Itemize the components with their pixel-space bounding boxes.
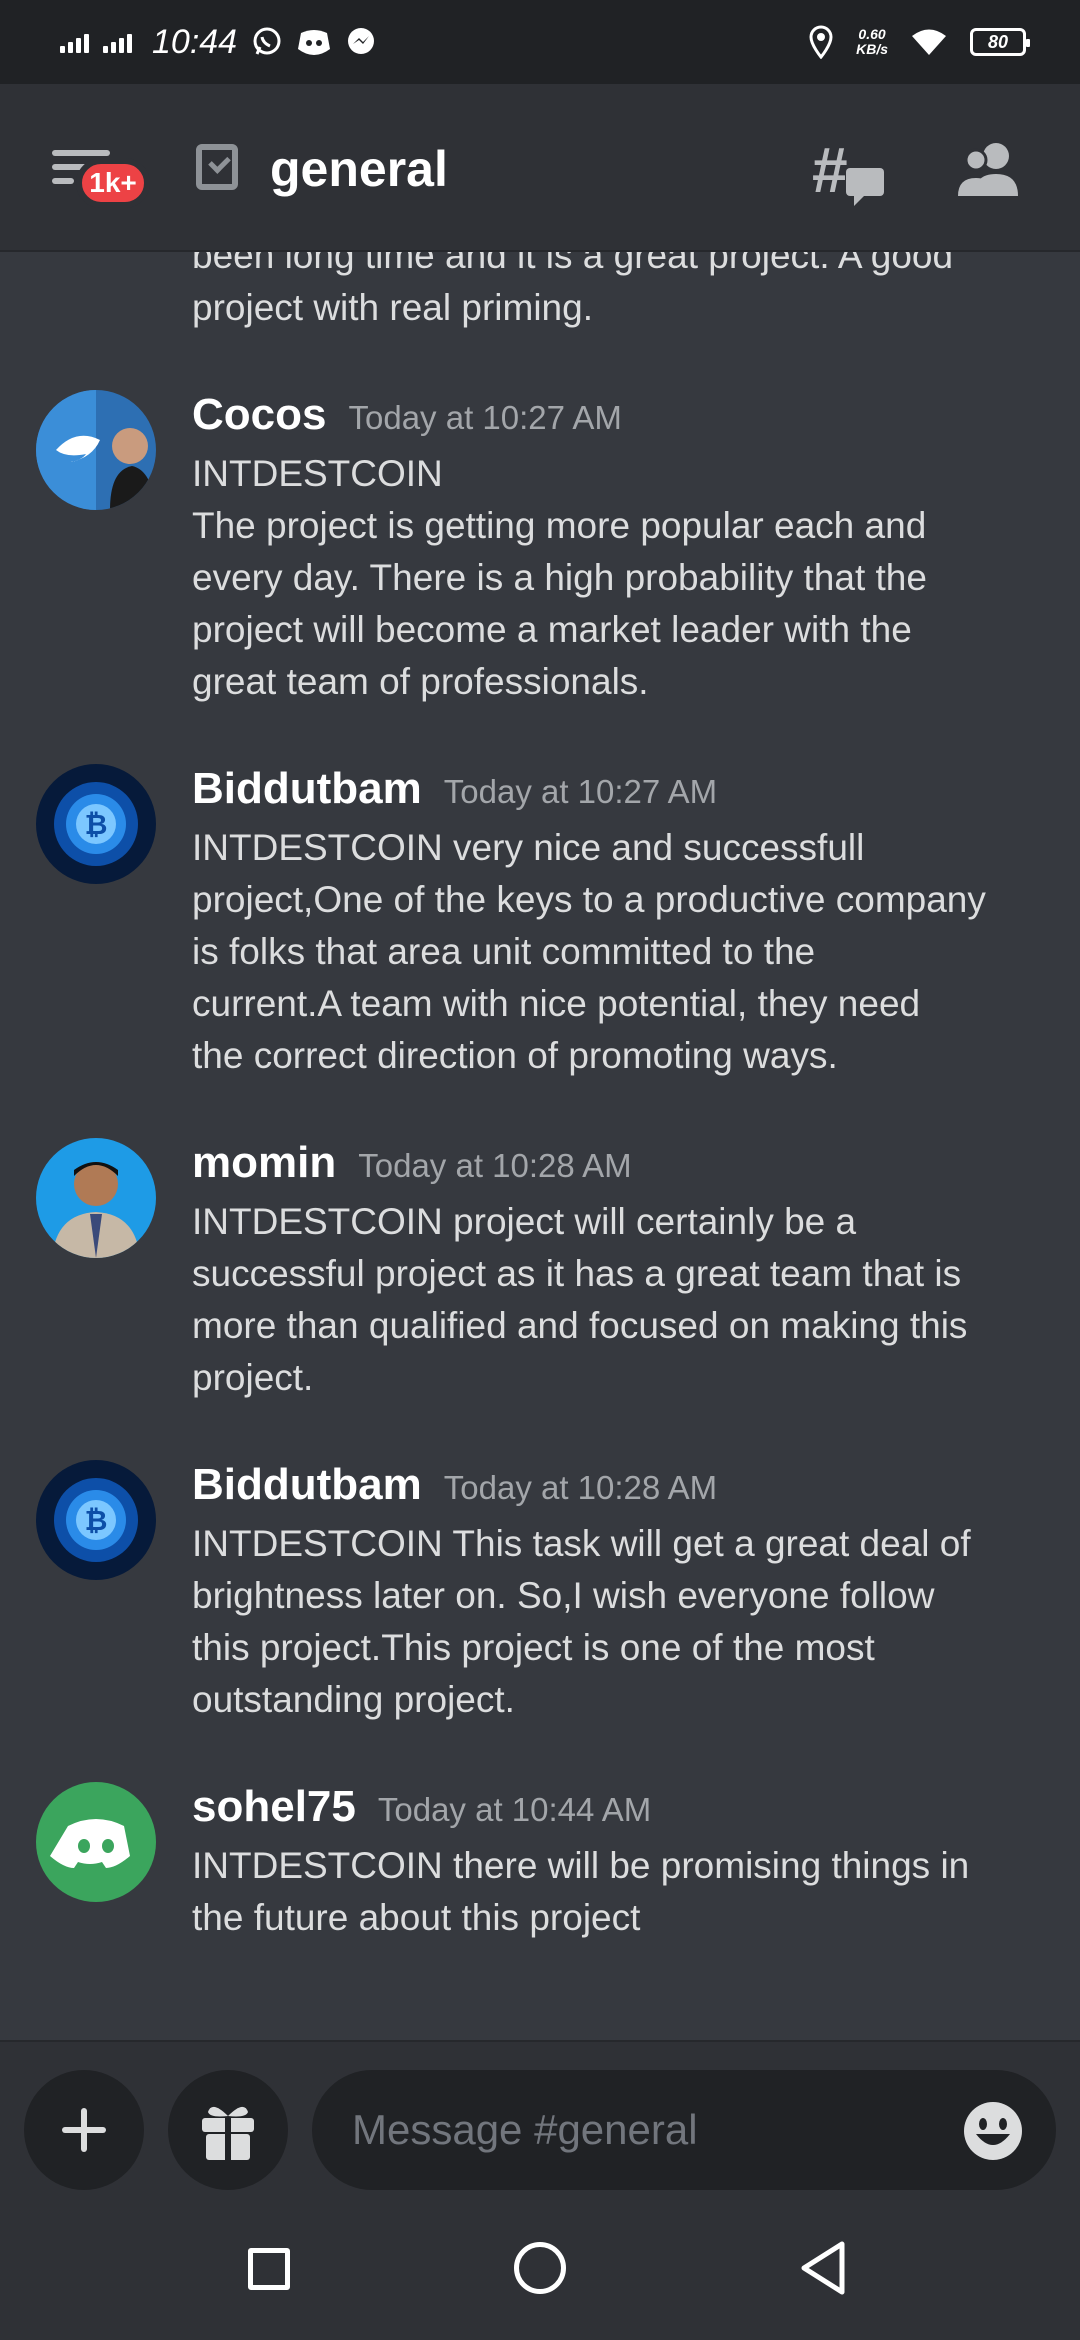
members-icon[interactable] [956, 140, 1022, 200]
message-content: INTDESTCOIN The project is getting more … [192, 448, 1052, 708]
message-header: sohel75 Today at 10:44 AM [192, 1782, 651, 1832]
timestamp: Today at 10:27 AM [443, 773, 718, 810]
plus-icon-bar [62, 2127, 106, 2133]
avatar[interactable] [36, 1138, 156, 1258]
message-line: INTDESTCOIN [192, 453, 443, 494]
gift-button[interactable] [168, 2070, 288, 2190]
username[interactable]: Biddutbam [192, 764, 422, 813]
partial-message: been long time and it is a great project… [192, 252, 1052, 334]
svg-text:#: # [812, 138, 848, 206]
message-line: outstanding project. [192, 1679, 515, 1720]
message-line: current.A team with nice potential, they… [192, 983, 921, 1024]
username[interactable]: momin [192, 1138, 336, 1187]
threads-icon[interactable]: # [812, 138, 886, 208]
message-line: INTDESTCOIN very nice and successfull [192, 827, 865, 868]
message-line: The project is getting more popular each… [192, 505, 927, 546]
unread-badge: 1k+ [76, 158, 150, 208]
location-icon [809, 25, 833, 59]
channel-header: 1k+ general # [0, 84, 1080, 252]
svg-text:₿: ₿ [85, 1505, 108, 1536]
username[interactable]: Biddutbam [192, 1460, 422, 1509]
svg-text:₿: ₿ [85, 809, 108, 840]
message-line: the correct direction of promoting ways. [192, 1035, 838, 1076]
status-bar: 10:44 0.60 KB/s 80 [0, 0, 1080, 84]
whatsapp-icon [253, 27, 281, 55]
message-line: brightness later on. So,I wish everyone … [192, 1575, 935, 1616]
discord-notif-icon [298, 30, 331, 55]
emoji-icon[interactable] [962, 2100, 1024, 2162]
message-content: INTDESTCOIN This task will get a great d… [192, 1518, 1052, 1726]
battery-icon: 80 [970, 28, 1030, 56]
avatar[interactable] [36, 1782, 156, 1902]
hamburger-menu-icon [52, 150, 110, 156]
username[interactable]: Cocos [192, 390, 326, 439]
message-line: this project.This project is one of the … [192, 1627, 875, 1668]
avatar[interactable]: ₿ [36, 1460, 156, 1580]
channel-name[interactable]: general [270, 140, 448, 198]
username[interactable]: sohel75 [192, 1782, 356, 1831]
avatar[interactable]: ₿ [36, 764, 156, 884]
message-content: INTDESTCOIN project will certainly be a … [192, 1196, 1052, 1404]
channel-icon [196, 144, 238, 190]
avatar[interactable] [36, 390, 156, 510]
message-line: INTDESTCOIN project will certainly be a [192, 1201, 857, 1242]
message-header: momin Today at 10:28 AM [192, 1138, 632, 1188]
message-line: the future about this project [192, 1897, 641, 1938]
recents-square-icon[interactable] [248, 2248, 290, 2290]
message-content: INTDESTCOIN very nice and successfull pr… [192, 822, 1052, 1082]
message-line: INTDESTCOIN there will be promising thin… [192, 1845, 970, 1886]
message-input[interactable] [312, 2070, 1056, 2190]
network-speed: 0.60 KB/s [856, 26, 888, 57]
timestamp: Today at 10:44 AM [377, 1791, 652, 1828]
message-line: project. [192, 1357, 314, 1398]
wifi-icon [912, 29, 946, 55]
timestamp: Today at 10:27 AM [348, 399, 622, 436]
signal-icon [60, 31, 89, 53]
discord-logo-icon [50, 1819, 130, 1868]
message-line: been long time and it is a great project… [192, 252, 954, 276]
message-line: INTDESTCOIN This task will get a great d… [192, 1523, 971, 1564]
timestamp: Today at 10:28 AM [443, 1469, 718, 1506]
message-header: Biddutbam Today at 10:27 AM [192, 764, 717, 814]
message-line: project with real priming. [192, 287, 593, 328]
signal-icon [103, 31, 132, 53]
message-header: Biddutbam Today at 10:28 AM [192, 1460, 717, 1510]
messenger-icon [348, 28, 375, 54]
message-line: successful project as it has a great tea… [192, 1253, 962, 1294]
message-line: project will become a market leader with… [192, 609, 912, 650]
message-line: great team of professionals. [192, 661, 649, 702]
message-line: project,One of the keys to a productive … [192, 879, 986, 920]
message-line: is folks that area unit committed to the [192, 931, 816, 972]
status-right: 0.60 KB/s 80 [808, 25, 1030, 59]
home-circle-icon[interactable] [514, 2242, 566, 2294]
message-line: more than qualified and focused on makin… [192, 1305, 968, 1346]
message-line: every day. There is a high probability t… [192, 557, 927, 598]
menu-button[interactable]: 1k+ [52, 144, 150, 210]
message-list[interactable]: been long time and it is a great project… [0, 252, 1080, 2042]
message-composer [0, 2040, 1080, 2190]
message-header: Cocos Today at 10:27 AM [192, 390, 622, 440]
back-triangle-icon[interactable] [796, 2240, 852, 2296]
timestamp: Today at 10:28 AM [358, 1147, 632, 1184]
hamburger-line [52, 178, 74, 184]
message-content: INTDESTCOIN there will be promising thin… [192, 1840, 1052, 1944]
add-attachment-button[interactable] [24, 2070, 144, 2190]
status-time: 10:44 [152, 22, 238, 61]
status-left: 10:44 [60, 23, 377, 62]
gift-icon [202, 2106, 254, 2160]
system-nav-bar [0, 2190, 1080, 2340]
